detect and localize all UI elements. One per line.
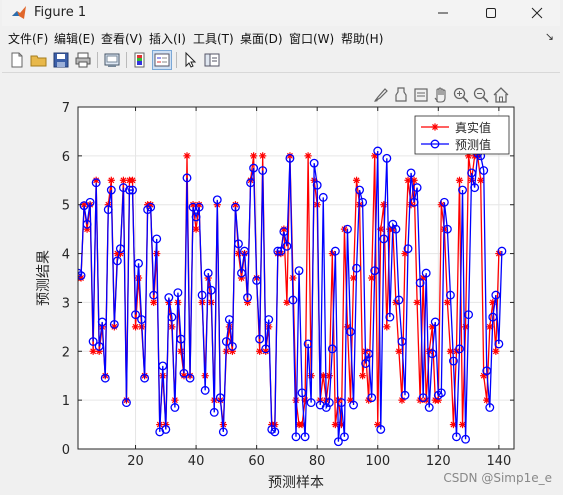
y-tick-label: 0 bbox=[62, 443, 70, 458]
true-value-marker bbox=[304, 152, 312, 160]
x-tick-label: 140 bbox=[486, 454, 511, 469]
legend-entry-label: 预测值 bbox=[455, 137, 491, 152]
true-value-marker bbox=[107, 176, 115, 184]
y-tick-label: 2 bbox=[62, 345, 70, 360]
y-axis-label: 预测结果 bbox=[36, 250, 52, 306]
x-tick-label: 40 bbox=[188, 454, 205, 469]
true-value-marker bbox=[352, 176, 361, 184]
true-value-marker bbox=[443, 298, 451, 307]
x-tick-label: 80 bbox=[309, 454, 326, 469]
y-tick-label: 7 bbox=[62, 101, 70, 116]
true-value-marker bbox=[183, 152, 191, 160]
true-value-marker bbox=[192, 225, 200, 233]
true-value-marker bbox=[250, 152, 258, 160]
y-tick-label: 5 bbox=[62, 199, 70, 214]
y-tick-label: 3 bbox=[62, 296, 70, 311]
legend: 真实值预测值 bbox=[414, 115, 510, 155]
x-tick-label: 100 bbox=[365, 454, 390, 469]
true-value-marker bbox=[383, 323, 391, 331]
watermark: CSDN @Simp1e_e bbox=[443, 471, 552, 485]
x-tick-label: 20 bbox=[127, 454, 144, 469]
plot-area: 20 40 60 80 100 120 140 0 1 2 3 4 5 6 7 预测样本 预测结果 真实值预测值 bbox=[36, 101, 515, 491]
figure-window: Figure 1 文件(F) 编辑(E) 查看(V) 插入(I) 工具(T) 桌… bbox=[2, 0, 560, 495]
y-tick-label: 4 bbox=[62, 248, 70, 263]
true-value-marker bbox=[380, 201, 388, 209]
true-value-marker bbox=[150, 298, 158, 307]
legend-entry-label: 真实值 bbox=[455, 120, 491, 135]
x-tick-label: 60 bbox=[248, 454, 265, 469]
x-axis-label: 预测样本 bbox=[268, 475, 324, 491]
x-tick-label: 120 bbox=[426, 454, 451, 469]
true-value-marker bbox=[413, 298, 421, 307]
y-tick-label: 1 bbox=[62, 394, 70, 409]
y-tick-label: 6 bbox=[62, 150, 70, 165]
true-value-marker bbox=[259, 152, 267, 160]
